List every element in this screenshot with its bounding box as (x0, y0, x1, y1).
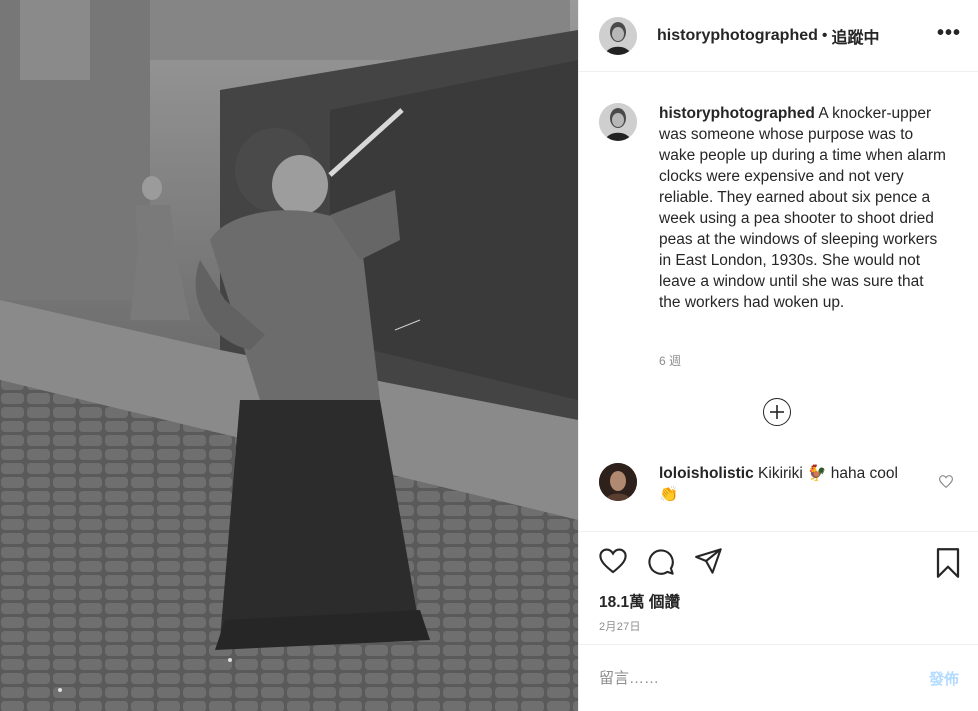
comment-input[interactable] (599, 669, 929, 687)
comment-icon[interactable] (647, 548, 675, 581)
plus-circle-icon (770, 405, 784, 419)
caption-body: A knocker-upper was someone whose purpos… (659, 105, 946, 311)
add-comment-bar: 發佈 (579, 644, 978, 711)
bookmark-icon[interactable] (935, 548, 961, 583)
share-icon[interactable] (695, 548, 723, 579)
commenter-avatar[interactable] (599, 463, 637, 501)
load-more-comments-button[interactable] (763, 398, 791, 426)
separator-dot: • (821, 26, 828, 44)
portrait-avatar-icon (599, 16, 637, 55)
caption-username[interactable]: historyphotographed (659, 105, 815, 122)
author-username[interactable]: historyphotographed (657, 27, 818, 45)
post-caption: historyphotographed A knocker-upper was … (599, 103, 969, 313)
portrait-avatar-icon (599, 103, 637, 141)
heart-icon[interactable] (599, 548, 627, 579)
post-actions-area: 18.1萬 個讚 2月27日 (579, 531, 978, 643)
author-avatar[interactable] (599, 16, 637, 55)
post-date[interactable]: 2月27日 (599, 618, 641, 634)
caption-text: historyphotographed A knocker-upper was … (659, 103, 949, 313)
more-options-icon[interactable]: ••• (937, 22, 961, 45)
comment-text: loloisholistic Kikiriki 🐓 haha cool 👏 (659, 463, 909, 505)
like-count[interactable]: 18.1萬 個讚 (599, 590, 680, 612)
commenter-username[interactable]: loloisholistic (659, 465, 754, 482)
post-comment-button[interactable]: 發佈 (929, 668, 959, 689)
photo-image (0, 0, 578, 711)
caption-time-ago: 6 週 (659, 354, 682, 368)
follow-status-button[interactable]: 追蹤中 (832, 24, 880, 48)
user-avatar-icon (599, 463, 637, 501)
post-details-panel: historyphotographed • 追蹤中 ••• historypho… (578, 0, 978, 711)
caption-author-avatar[interactable] (599, 103, 637, 141)
post-photo[interactable] (0, 0, 578, 711)
post-header: historyphotographed • 追蹤中 ••• (579, 0, 978, 72)
comment-like-heart-icon[interactable] (938, 475, 954, 493)
comment-item: loloisholistic Kikiriki 🐓 haha cool 👏 (599, 463, 969, 505)
